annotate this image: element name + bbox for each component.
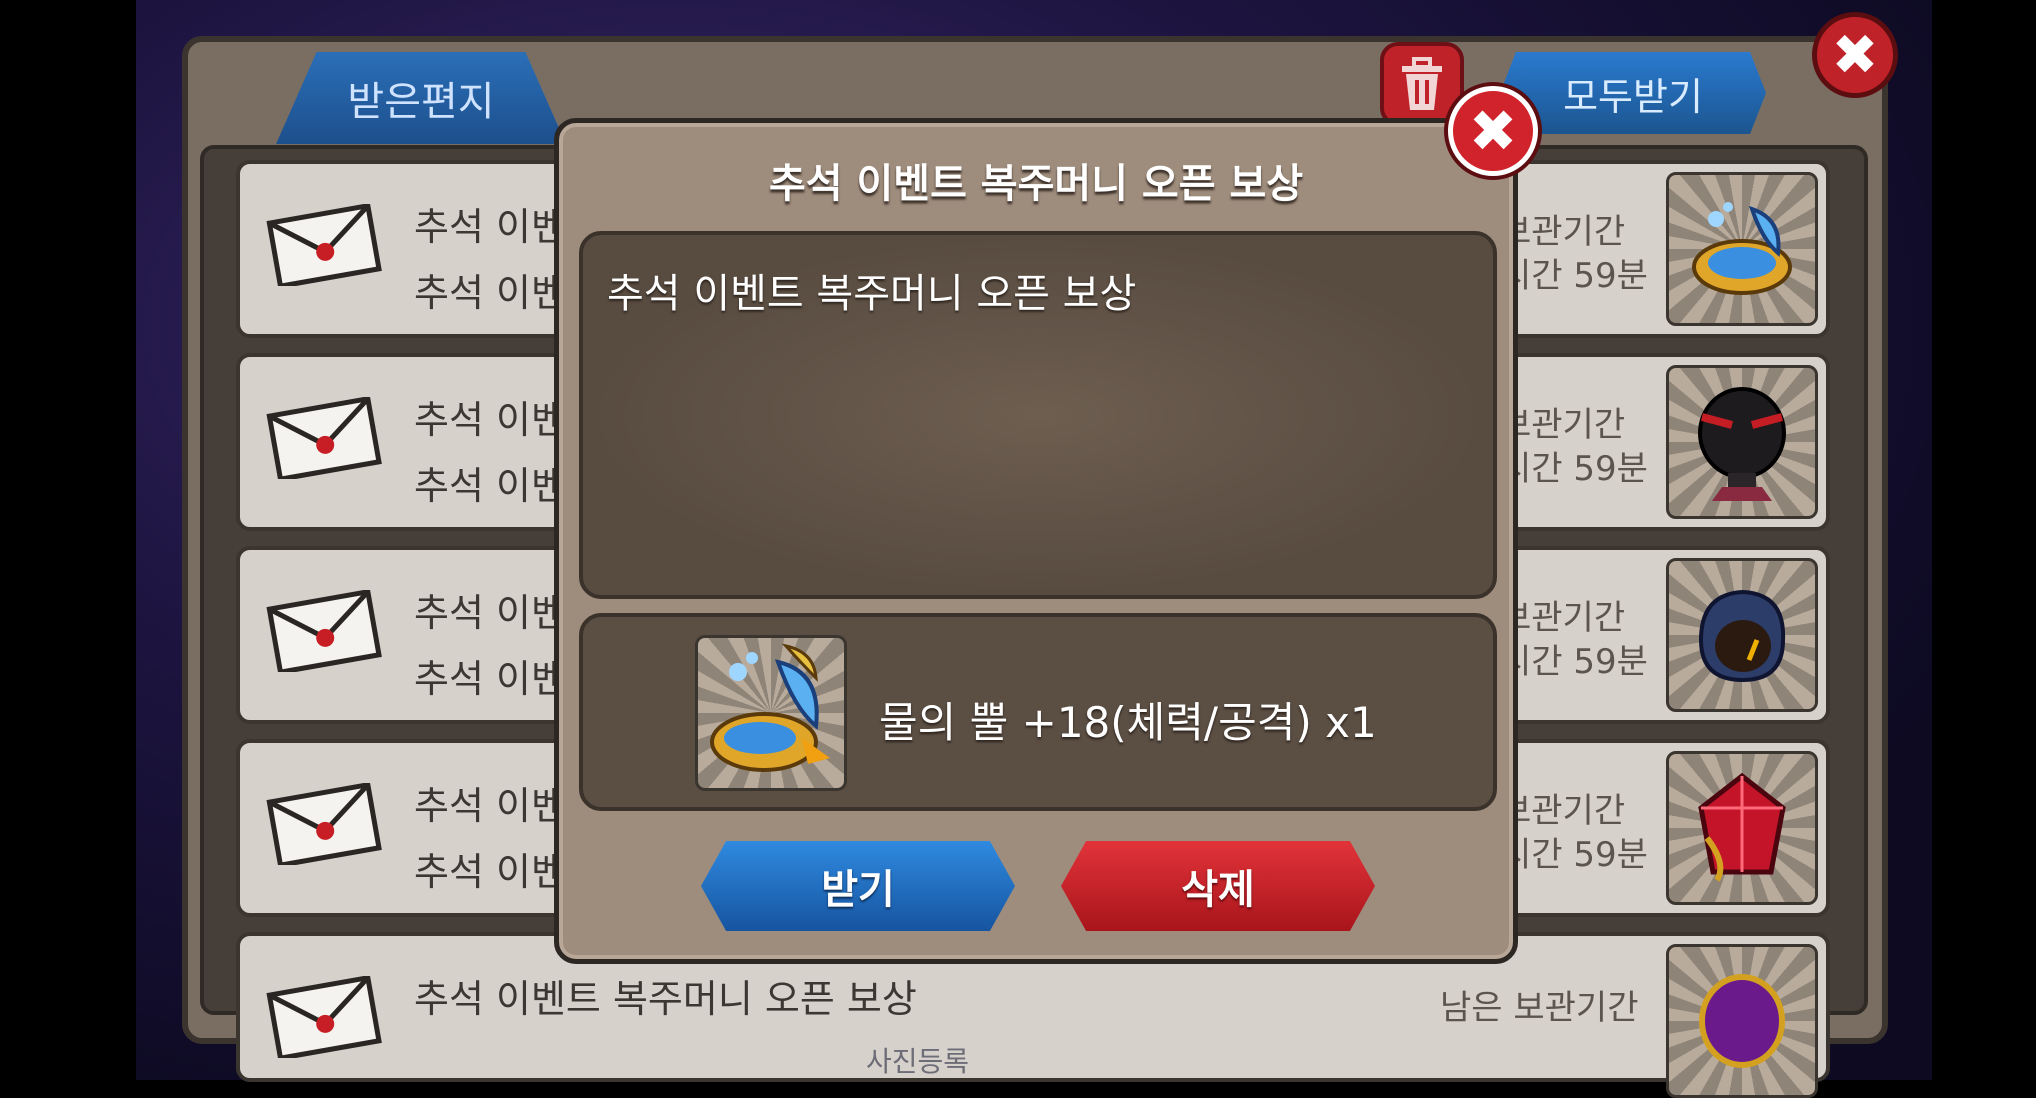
water-horn-icon [695, 635, 847, 791]
trash-icon [1402, 57, 1442, 110]
red-gem-icon [1666, 751, 1818, 905]
mail-expiry-label: 보관기간 [1500, 598, 1626, 638]
mail-expiry-time: 시간 59분 [1500, 835, 1648, 875]
mail-expiry-label: 보관기간 [1500, 212, 1626, 252]
delete-button[interactable]: 삭제 [1061, 841, 1375, 931]
dark-armor-icon [1666, 365, 1818, 519]
modal-title: 추석 이벤트 복주머니 오픈 보상 [768, 161, 1304, 207]
close-modal-button[interactable]: ✖ [1448, 86, 1538, 176]
mail-subject: 추석 이벤 [414, 398, 566, 442]
purple-orb-icon [1666, 944, 1818, 1098]
message-box: 추석 이벤트 복주머니 오픈 보상 [579, 231, 1497, 599]
mail-expiry-label: 보관기간 [1500, 791, 1626, 831]
reward-box: 물의 뿔 +18(체력/공격) x1 [579, 613, 1497, 811]
mail-subtitle: 추석 이벤 [414, 464, 566, 508]
mail-subject: 추석 이벤 [414, 591, 566, 635]
envelope-icon [266, 783, 382, 865]
mail-subject: 추석 이벤트 복주머니 오픈 보상 [414, 977, 917, 1021]
water-pearl-icon [1666, 172, 1818, 326]
mail-expiry-time: 시간 59분 [1500, 449, 1648, 489]
bottom-nav-label: 사진등록 [866, 1045, 970, 1078]
close-mailbox-button[interactable]: ✖ [1812, 12, 1898, 98]
mail-subject: 추석 이벤 [414, 205, 566, 249]
mail-expiry-label: 보관기간 [1500, 405, 1626, 445]
mail-subtitle: 추석 이벤 [414, 850, 566, 894]
mail-expiry-label: 남은 보관기간 [1440, 988, 1639, 1028]
tab-received-mail[interactable]: 받은편지 [276, 52, 566, 144]
close-icon: ✖ [1831, 22, 1879, 88]
reward-item-text: 물의 뿔 +18(체력/공격) x1 [879, 698, 1377, 747]
mail-subtitle: 추석 이벤 [414, 271, 566, 315]
mail-expiry-time: 시간 59분 [1500, 256, 1648, 296]
mail-subtitle: 추석 이벤 [414, 657, 566, 701]
hooded-figure-icon [1666, 558, 1818, 712]
receive-button[interactable]: 받기 [701, 841, 1015, 931]
envelope-icon [266, 590, 382, 672]
mail-subject: 추석 이벤 [414, 784, 566, 828]
reward-modal: 추석 이벤트 복주머니 오픈 보상 추석 이벤트 복주머니 오픈 보상 물의 뿔… [554, 118, 1518, 964]
mail-expiry-time: 시간 59분 [1500, 642, 1648, 682]
message-text: 추석 이벤트 복주머니 오픈 보상 [607, 271, 1137, 317]
envelope-icon [266, 976, 382, 1058]
envelope-icon [266, 397, 382, 479]
close-icon: ✖ [1468, 97, 1518, 165]
receive-all-button[interactable]: 모두받기 [1500, 52, 1766, 134]
envelope-icon [266, 204, 382, 286]
